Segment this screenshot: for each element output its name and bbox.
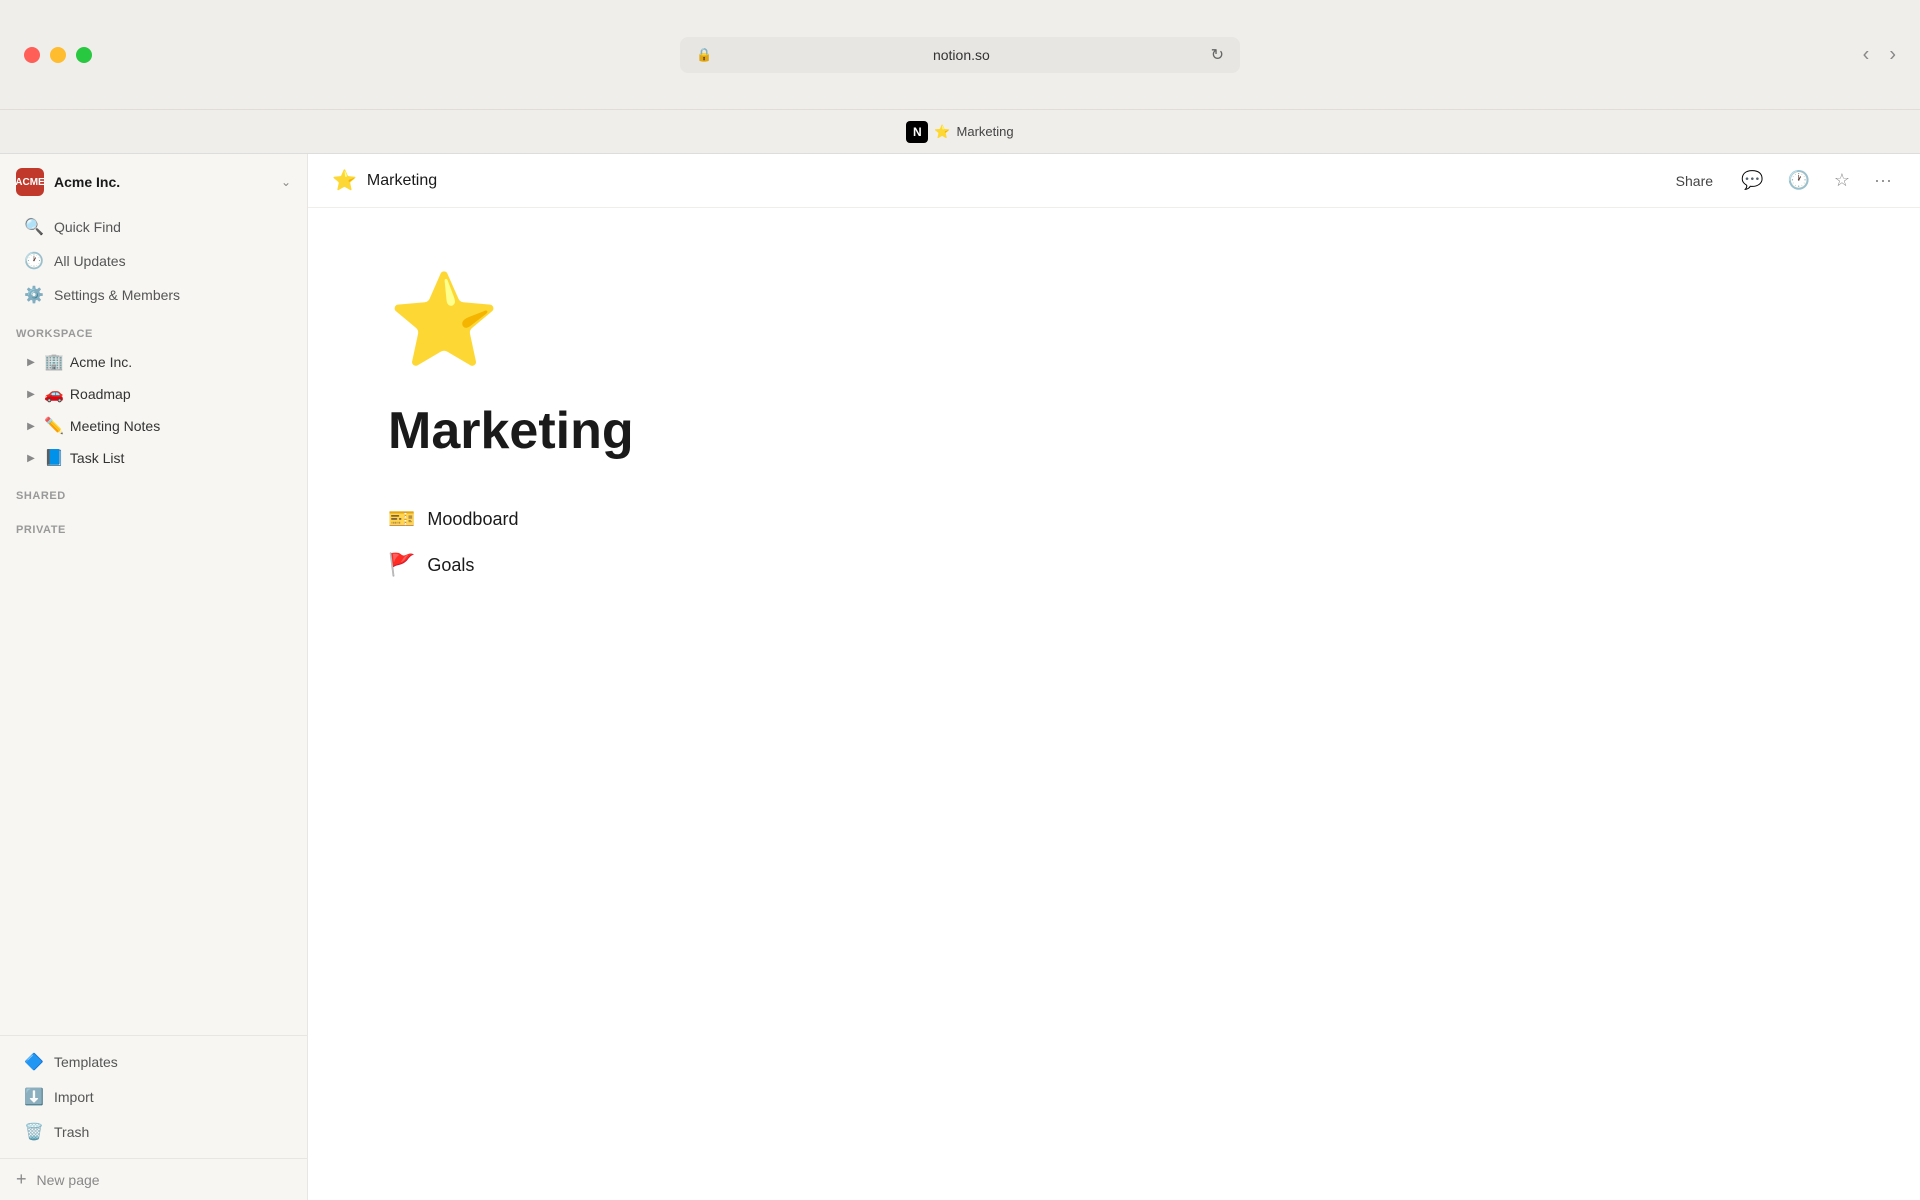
- sidebar-item-roadmap[interactable]: ▶ 🚗 Roadmap: [8, 379, 299, 409]
- workspace-logo: ACME: [16, 168, 44, 196]
- sidebar-item-label: Trash: [54, 1124, 89, 1140]
- search-icon: 🔍: [24, 217, 44, 237]
- page-item-goals[interactable]: 🚩 Goals: [388, 546, 1128, 584]
- private-section-label: PRIVATE: [0, 508, 307, 542]
- address-bar[interactable]: 🔒 notion.so ↻: [680, 37, 1240, 73]
- page-name-header: Marketing: [367, 172, 437, 190]
- comment-button[interactable]: 💬: [1737, 166, 1767, 195]
- topbar-actions: Share 💬 🕐 ☆ ···: [1668, 166, 1896, 195]
- content-area: ⭐ Marketing Share 💬 🕐 ☆ ··· ⭐ Marketing …: [308, 154, 1920, 1200]
- workspace-header[interactable]: ACME Acme Inc. ⌄: [0, 154, 307, 210]
- sidebar-item-label: Meeting Notes: [70, 418, 160, 434]
- chevron-down-icon: ⌄: [281, 175, 291, 189]
- workspace-name: Acme Inc.: [54, 174, 271, 190]
- moodboard-icon: 🎫: [388, 506, 415, 532]
- sidebar-item-label: Roadmap: [70, 386, 131, 402]
- workspace-section-label: WORKSPACE: [0, 312, 307, 346]
- shared-section-label: SHARED: [0, 474, 307, 508]
- sidebar-item-acme-inc[interactable]: ▶ 🏢 Acme Inc.: [8, 347, 299, 377]
- sidebar-item-label: Settings & Members: [54, 287, 180, 303]
- close-button[interactable]: [24, 47, 40, 63]
- sidebar-item-import[interactable]: ⬇️ Import: [8, 1080, 299, 1114]
- plus-icon: +: [16, 1169, 27, 1190]
- sidebar-item-label: Task List: [70, 450, 124, 466]
- sidebar-item-meeting-notes[interactable]: ▶ ✏️ Meeting Notes: [8, 411, 299, 441]
- tree-item-icon: ✏️: [44, 416, 64, 436]
- refresh-icon[interactable]: ↻: [1211, 45, 1224, 65]
- sidebar-item-label: All Updates: [54, 253, 126, 269]
- lock-icon: 🔒: [696, 47, 712, 63]
- sidebar-item-trash[interactable]: 🗑️ Trash: [8, 1115, 299, 1149]
- settings-icon: ⚙️: [24, 285, 44, 305]
- tab-star-icon: ⭐: [934, 124, 950, 140]
- chevron-right-icon: ▶: [24, 421, 38, 432]
- tabbar: N ⭐ Marketing: [0, 110, 1920, 154]
- sidebar-item-task-list[interactable]: ▶ 📘 Task List: [8, 443, 299, 473]
- forward-button[interactable]: ›: [1889, 43, 1896, 66]
- tree-item-icon: 🏢: [44, 352, 64, 372]
- sidebar-item-label: Templates: [54, 1054, 118, 1070]
- chevron-right-icon: ▶: [24, 389, 38, 400]
- favorite-button[interactable]: ☆: [1830, 166, 1854, 195]
- nav-buttons: ‹ ›: [1863, 43, 1896, 66]
- sidebar-item-quick-find[interactable]: 🔍 Quick Find: [8, 211, 299, 243]
- history-button[interactable]: 🕐: [1783, 166, 1813, 195]
- maximize-button[interactable]: [76, 47, 92, 63]
- share-button[interactable]: Share: [1668, 169, 1721, 193]
- page-icon-large: ⭐: [388, 268, 1128, 373]
- sidebar-item-settings[interactable]: ⚙️ Settings & Members: [8, 279, 299, 311]
- content-topbar: ⭐ Marketing Share 💬 🕐 ☆ ···: [308, 154, 1920, 208]
- sidebar-item-all-updates[interactable]: 🕐 All Updates: [8, 245, 299, 277]
- traffic-lights: [24, 47, 92, 63]
- tab-title: Marketing: [957, 124, 1014, 139]
- trash-icon: 🗑️: [24, 1122, 44, 1142]
- sidebar-spacer: [0, 542, 307, 1035]
- goals-icon: 🚩: [388, 552, 415, 578]
- back-button[interactable]: ‹: [1863, 43, 1870, 66]
- tab-marketing[interactable]: N ⭐ Marketing: [906, 121, 1013, 143]
- notion-logo: N: [906, 121, 928, 143]
- tree-item-icon: 📘: [44, 448, 64, 468]
- new-page-button[interactable]: + New page: [0, 1158, 307, 1200]
- chevron-right-icon: ▶: [24, 357, 38, 368]
- tree-item-icon: 🚗: [44, 384, 64, 404]
- sidebar-item-templates[interactable]: 🔷 Templates: [8, 1045, 299, 1079]
- page-content: ⭐ Marketing 🎫 Moodboard 🚩 Goals: [308, 208, 1208, 1200]
- moodboard-label: Moodboard: [427, 509, 518, 530]
- sidebar: ACME Acme Inc. ⌄ 🔍 Quick Find 🕐 All Upda…: [0, 154, 308, 1200]
- minimize-button[interactable]: [50, 47, 66, 63]
- page-title-large: Marketing: [388, 403, 1128, 460]
- sidebar-item-label: Quick Find: [54, 219, 121, 235]
- sidebar-item-label: Acme Inc.: [70, 354, 132, 370]
- page-emoji-header: ⭐: [332, 168, 357, 193]
- page-header: ⭐ Marketing: [332, 168, 1656, 193]
- goals-label: Goals: [427, 555, 474, 576]
- clock-icon: 🕐: [24, 251, 44, 271]
- sidebar-item-label: Import: [54, 1089, 94, 1105]
- import-icon: ⬇️: [24, 1087, 44, 1107]
- more-options-button[interactable]: ···: [1870, 166, 1896, 195]
- new-page-label: New page: [37, 1172, 100, 1188]
- url-text: notion.so: [722, 47, 1200, 63]
- sidebar-bottom: 🔷 Templates ⬇️ Import 🗑️ Trash: [0, 1035, 307, 1158]
- main-layout: ACME Acme Inc. ⌄ 🔍 Quick Find 🕐 All Upda…: [0, 154, 1920, 1200]
- page-item-moodboard[interactable]: 🎫 Moodboard: [388, 500, 1128, 538]
- templates-icon: 🔷: [24, 1052, 44, 1072]
- chevron-right-icon: ▶: [24, 453, 38, 464]
- titlebar: 🔒 notion.so ↻ ‹ ›: [0, 0, 1920, 110]
